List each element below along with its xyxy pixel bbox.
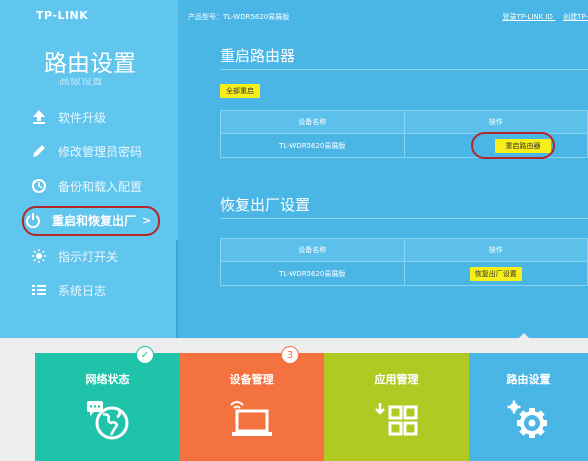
device-name-cell: TL-WDR5620易展版 xyxy=(279,141,346,150)
divider xyxy=(220,69,588,70)
backup-icon xyxy=(30,177,48,195)
table-row: TL-WDR5620易展版 恢复出厂设置 xyxy=(221,262,587,285)
sidebar-item-change-password[interactable]: 修改管理员密码 xyxy=(30,139,166,163)
highlight-oval-sidebar xyxy=(22,206,160,236)
tile-label: 网络状态 xyxy=(85,373,130,386)
tile-label: 应用管理 xyxy=(374,373,419,386)
laptop-icon xyxy=(227,399,277,445)
create-tplink-link[interactable]: 创建TP- xyxy=(563,13,588,21)
led-icon xyxy=(30,247,48,265)
factory-reset-button[interactable]: 恢复出厂设置 xyxy=(469,266,522,281)
sidebar: TP-LINK 路由设置 高级设置 软件升级 修改管理员密码 备份和载入配置 重… xyxy=(0,0,178,338)
status-ok-badge: ✓ xyxy=(136,346,154,364)
model-label: 产品型号：TL-WDR5620易展版 xyxy=(188,13,290,21)
upload-icon xyxy=(30,108,48,126)
globe-icon xyxy=(85,399,131,445)
divider xyxy=(220,218,588,219)
sidebar-item-label: 修改管理员密码 xyxy=(58,144,143,159)
restart-section-title: 重启路由器 xyxy=(220,47,296,65)
tile-router-settings[interactable]: 路由设置 xyxy=(469,353,588,461)
sidebar-item-backup-restore[interactable]: 备份和载入配置 xyxy=(30,174,166,198)
tile-device-management[interactable]: 设备管理 xyxy=(179,353,324,461)
apps-grid-icon xyxy=(374,399,420,445)
login-tplink-id-link[interactable]: 登录TP-LINK ID xyxy=(503,13,553,21)
column-header: 设备名称 xyxy=(298,246,327,254)
tile-network-status[interactable]: 网络状态 xyxy=(35,353,180,461)
device-count-badge: 3 xyxy=(281,346,299,364)
table-header-row: 设备名称 操作 xyxy=(221,111,587,134)
column-header: 设备名称 xyxy=(298,118,327,126)
column-header: 操作 xyxy=(403,239,588,261)
factory-reset-table: 设备名称 操作 TL-WDR5620易展版 恢复出厂设置 xyxy=(220,238,588,286)
factory-reset-section-title: 恢复出厂设置 xyxy=(220,196,311,214)
sidebar-item-label: 备份和载入配置 xyxy=(58,179,143,194)
table-header-row: 设备名称 操作 xyxy=(221,239,587,262)
tile-label: 设备管理 xyxy=(229,373,274,386)
column-header: 操作 xyxy=(403,111,588,133)
highlight-oval-reboot xyxy=(471,132,555,159)
bottom-nav-tiles: 网络状态 ✓ 设备管理 3 应用管理 路由设置 xyxy=(0,338,588,461)
active-tile-pointer xyxy=(518,333,530,339)
sidebar-item-partial[interactable]: 高级设置 xyxy=(59,78,103,88)
sidebar-item-firmware-upgrade[interactable]: 软件升级 xyxy=(30,105,166,129)
device-name-cell: TL-WDR5620易展版 xyxy=(279,269,346,278)
sidebar-item-led-switch[interactable]: 指示灯开关 xyxy=(30,244,166,268)
top-links: 登录TP-LINK ID 创建TP- xyxy=(495,12,588,22)
action-cell: 恢复出厂设置 xyxy=(403,262,588,285)
tile-label: 路由设置 xyxy=(506,373,551,386)
gear-icon xyxy=(506,399,552,445)
sidebar-item-label: 指示灯开关 xyxy=(58,249,119,264)
restart-all-button[interactable]: 全部重启 xyxy=(220,84,260,98)
sidebar-item-label: 软件升级 xyxy=(58,110,107,125)
sidebar-item-label: 系统日志 xyxy=(58,283,107,298)
pencil-icon xyxy=(30,142,48,160)
log-icon xyxy=(30,281,48,299)
main-panel: 产品型号：TL-WDR5620易展版 登录TP-LINK ID 创建TP- 重启… xyxy=(178,0,588,338)
sidebar-title: 路由设置 xyxy=(44,51,136,77)
tp-link-logo: TP-LINK xyxy=(36,9,89,22)
tile-app-management[interactable]: 应用管理 xyxy=(324,353,469,461)
sidebar-item-system-log[interactable]: 系统日志 xyxy=(30,278,166,302)
